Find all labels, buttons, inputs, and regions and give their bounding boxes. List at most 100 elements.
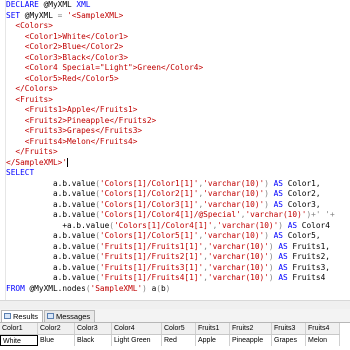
code-token: ) <box>268 252 279 261</box>
code-token: 'varchar(10)' <box>207 273 269 282</box>
code-token: 'varchar(10)' <box>217 220 279 230</box>
code-line: <Colors> <box>6 21 350 32</box>
results-grid[interactable]: Color1 Color2 Color3 Color4 Color5 Fruit… <box>0 323 350 350</box>
code-token: AS <box>278 241 293 251</box>
code-token: a.b.value <box>6 210 96 219</box>
code-token: Color4 <box>301 220 330 230</box>
column-header-fruits3[interactable]: Fruits3 <box>272 323 306 334</box>
grid-icon <box>4 313 11 319</box>
code-line: a.b.value('Fruits[1]/Fruits4[1]','varcha… <box>6 273 350 284</box>
code-token: 'varchar(10)' <box>207 252 269 261</box>
code-token: Color1, <box>287 178 321 188</box>
code-token: ) <box>142 283 152 293</box>
code-line: a.b.value('Fruits[1]/Fruits2[1]','varcha… <box>6 252 350 263</box>
code-token: ) <box>268 273 279 282</box>
code-line: FROM @MyXML.nodes('SampleXML') a(b) <box>6 284 350 295</box>
code-token: <Fruits> <box>6 94 53 104</box>
code-token: SET <box>6 10 25 20</box>
code-area[interactable]: DECLARE @MyXML XML SET @MyXML = '<SampleX… <box>6 0 350 300</box>
cell-color3[interactable]: Black <box>75 335 112 346</box>
cell-color4[interactable]: Light Green <box>112 335 162 346</box>
code-token: Color3, <box>287 199 321 209</box>
cell-fruits1[interactable]: Apple <box>196 335 230 346</box>
code-token: )+' '+ <box>306 210 335 219</box>
code-token: AS <box>278 252 293 261</box>
code-token: Color5, <box>287 231 321 240</box>
column-header-fruits2[interactable]: Fruits2 <box>230 323 272 334</box>
text-cursor <box>67 158 69 167</box>
code-token: 'Colors[1]/Color4[1]/@Special' <box>99 210 241 219</box>
cell-fruits4[interactable]: Melon <box>306 335 340 346</box>
column-header-color5[interactable]: Color5 <box>162 323 196 334</box>
code-line: <Fruits2>Pineapple</Fruits2> <box>6 116 350 127</box>
code-token: <Color3>Black</Color3> <box>6 52 129 62</box>
code-line: a.b.value('Colors[1]/Color3[1]','varchar… <box>6 200 350 211</box>
code-token: a.b.value <box>6 199 96 209</box>
code-line: a.b.value('Fruits[1]/Fruits3[1]','varcha… <box>6 263 350 274</box>
code-line: SELECT <box>6 168 350 179</box>
code-token: 'Fruits[1]/Fruits1[1]' <box>99 241 204 251</box>
code-token: = <box>57 10 68 20</box>
code-line: a.b.value('Colors[1]/Color1[1]','varchar… <box>6 179 350 190</box>
code-token: AS <box>278 273 293 282</box>
code-token: a.b.value <box>6 262 96 272</box>
cell-fruits2[interactable]: Pineapple <box>230 335 272 346</box>
code-token: Fruits4 <box>292 273 326 282</box>
messages-icon <box>47 313 54 319</box>
code-token: ) <box>264 178 274 188</box>
code-token: <Color5>Red</Color5> <box>6 73 119 83</box>
code-line: DECLARE @MyXML XML <box>6 0 350 11</box>
table-row[interactable]: White Blue Black Light Green Red Apple P… <box>0 335 340 346</box>
code-line: </Fruits> <box>6 147 350 158</box>
code-line: </SampleXML>' <box>6 158 350 169</box>
code-token: 'Fruits[1]/Fruits2[1]' <box>99 252 204 261</box>
code-line: </Colors> <box>6 84 350 95</box>
code-token: AS <box>273 178 288 188</box>
column-header-color3[interactable]: Color3 <box>75 323 112 334</box>
code-token: ) <box>165 283 171 293</box>
code-line: <Fruits4>Melon</Fruits4> <box>6 137 350 148</box>
code-token: FROM <box>6 283 30 293</box>
code-token: ) <box>268 262 279 272</box>
code-token: AS <box>273 199 288 209</box>
column-header-fruits1[interactable]: Fruits1 <box>196 323 230 334</box>
code-token: 'Fruits[1]/Fruits3[1]' <box>99 262 204 272</box>
code-token: a.b.value <box>6 178 96 188</box>
column-header-fruits4[interactable]: Fruits4 <box>306 323 340 334</box>
code-line: <Fruits> <box>6 95 350 106</box>
code-line: a.b.value('Colors[1]/Color2[1]','varchar… <box>6 189 350 200</box>
code-token: <Colors> <box>6 21 53 30</box>
code-token: @MyXML <box>43 0 77 9</box>
code-token: a.b.value <box>6 252 96 261</box>
column-header-color1[interactable]: Color1 <box>0 323 38 334</box>
code-line: <Fruits1>Apple</Fruits1> <box>6 105 350 116</box>
code-token: <Fruits1>Apple</Fruits1> <box>6 105 138 114</box>
code-token: </Fruits> <box>6 147 58 156</box>
cell-color5[interactable]: Red <box>162 335 196 346</box>
cell-color2[interactable]: Blue <box>38 335 75 346</box>
code-token: 'Fruits[1]/Fruits4[1]' <box>99 273 204 282</box>
code-line: <Fruits3>Grapes</Fruits3> <box>6 126 350 137</box>
code-line: <Color3>Black</Color3> <box>6 53 350 64</box>
code-line: <Color2>Blue</Color2> <box>6 42 350 53</box>
code-token: ) <box>264 189 274 198</box>
code-token: 'Colors[1]/Color5[1]' <box>99 231 199 240</box>
code-line: a.b.value('Colors[1]/Color4[1]/@Special'… <box>6 210 350 221</box>
code-token: ) <box>278 220 288 230</box>
tab-results[interactable]: Results <box>1 310 44 322</box>
code-token: 'varchar(10)' <box>207 241 269 251</box>
code-token: ) <box>268 241 279 251</box>
code-line: SET @MyXML = '<SampleXML> <box>6 11 350 22</box>
tab-messages[interactable]: Messages <box>44 310 96 322</box>
code-token: 'varchar(10)' <box>203 199 265 209</box>
code-token: AS <box>287 220 302 230</box>
code-token: '<SampleXML> <box>67 10 124 20</box>
query-editor[interactable]: DECLARE @MyXML XML SET @MyXML = '<SampleX… <box>0 0 350 300</box>
cell-color1[interactable]: White <box>0 335 38 346</box>
code-token: DECLARE <box>6 0 44 9</box>
column-header-color2[interactable]: Color2 <box>38 323 75 334</box>
cell-fruits3[interactable]: Grapes <box>272 335 306 346</box>
code-line: <Color1>White</Color1> <box>6 32 350 43</box>
code-token: XML <box>76 0 91 9</box>
column-header-color4[interactable]: Color4 <box>112 323 162 334</box>
